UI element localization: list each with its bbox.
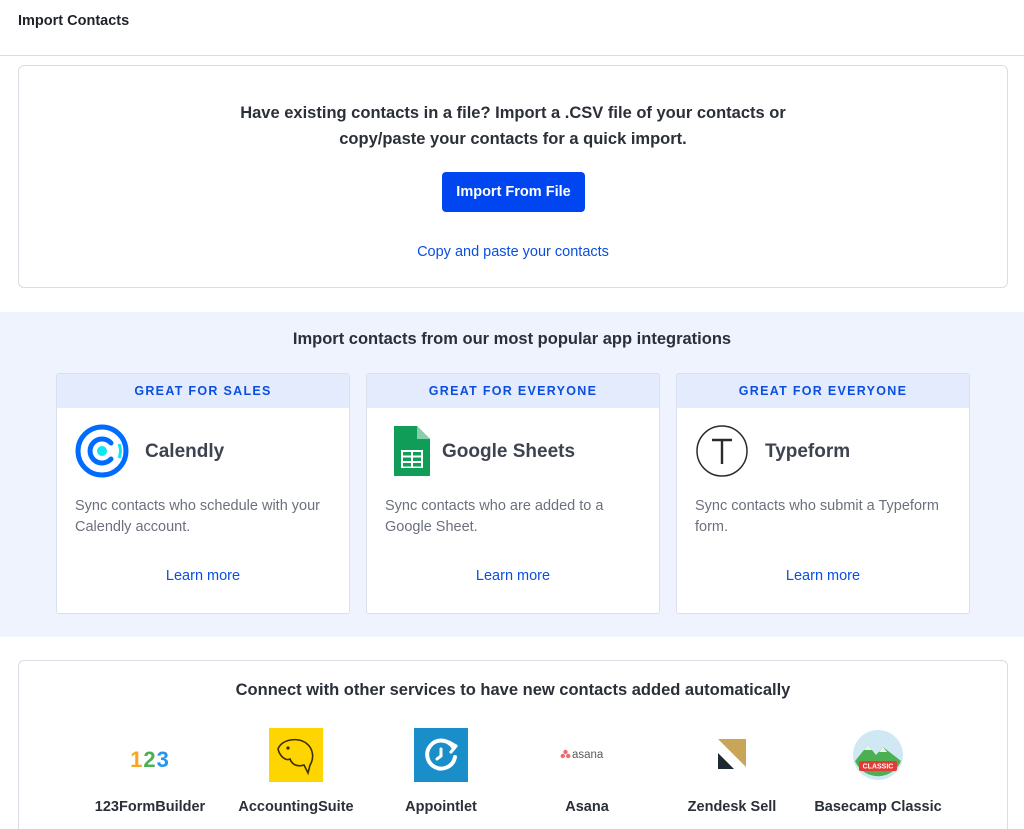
service-name: Asana [565, 799, 609, 815]
integration-card-google-sheets: GREAT FOR EVERYONE Google Sheets Sync co… [366, 373, 660, 614]
copy-paste-contacts-link: Copy and paste your contacts [19, 244, 1007, 260]
service-name: Basecamp Classic [814, 799, 942, 815]
other-services-title: Connect with other services to have new … [235, 681, 791, 699]
popular-integrations-section: Import contacts from our most popular ap… [0, 312, 1024, 637]
asana-logo-icon: asana [559, 727, 615, 783]
google-sheets-logo-icon [385, 424, 439, 478]
integration-card-calendly: GREAT FOR SALES Calendly Sync contacts w… [56, 373, 350, 614]
integration-description: Sync contacts who schedule with your Cal… [75, 498, 321, 535]
file-import-headline: Have existing contacts in a file? Import… [19, 100, 1007, 152]
learn-more-link-typeform: Learn more [677, 568, 969, 584]
top-bar: Import Contacts [0, 0, 1024, 56]
asana-wordmark: asana [572, 749, 604, 761]
appointlet-logo-icon [413, 727, 469, 783]
service-123formbuilder[interactable]: 123 123FormBuilder [77, 727, 223, 827]
calendly-logo-icon [75, 424, 129, 478]
service-name: AccountingSuite [238, 799, 354, 815]
accountingsuite-logo-icon [268, 727, 324, 783]
integration-name: Typeform [765, 441, 851, 462]
basecamp-classic-logo-icon: CLASSIC [850, 727, 906, 783]
service-zendesk-sell[interactable]: Zendesk Sell [659, 727, 805, 827]
integration-name: Google Sheets [442, 441, 576, 462]
learn-more-text[interactable]: Learn more [166, 568, 240, 584]
learn-more-link-google-sheets: Learn more [367, 568, 659, 584]
card-banner: GREAT FOR EVERYONE [677, 374, 969, 408]
service-basecamp-classic[interactable]: CLASSIC Basecamp Classic [805, 727, 951, 827]
headline-line-1: Have existing contacts in a file? Import… [240, 104, 786, 122]
service-accountingsuite[interactable]: AccountingSuite [223, 727, 369, 827]
card-banner: GREAT FOR SALES [57, 374, 349, 408]
classic-badge: CLASSIC [863, 764, 894, 771]
copy-paste-link-text[interactable]: Copy and paste your contacts [417, 244, 609, 260]
integration-name: Calendly [145, 441, 225, 462]
service-appointlet[interactable]: Appointlet [368, 727, 514, 827]
popular-integrations-title: Import contacts from our most popular ap… [292, 330, 732, 348]
service-name: 123FormBuilder [94, 799, 206, 815]
headline-line-2: copy/paste your contacts for a quick imp… [339, 130, 687, 148]
integration-description: Sync contacts who are added to a Google … [385, 498, 604, 535]
integration-card-typeform: GREAT FOR EVERYONE Typeform Sync contact… [676, 373, 970, 614]
learn-more-text[interactable]: Learn more [476, 568, 550, 584]
service-asana[interactable]: asana Asana [514, 727, 660, 827]
zendesk-sell-logo-icon [704, 727, 760, 783]
123formbuilder-logo-icon: 123 [122, 727, 178, 783]
learn-more-link-calendly: Learn more [57, 568, 349, 584]
typeform-logo-icon [695, 424, 749, 478]
import-from-file-button[interactable]: Import From File [442, 172, 585, 212]
file-import-card: Have existing contacts in a file? Import… [18, 65, 1008, 288]
card-banner: GREAT FOR EVERYONE [367, 374, 659, 408]
service-name: Zendesk Sell [687, 799, 777, 815]
learn-more-text[interactable]: Learn more [786, 568, 860, 584]
service-name: Appointlet [405, 799, 477, 815]
other-services-section: Connect with other services to have new … [18, 660, 1008, 829]
page-title: Import Contacts [18, 13, 130, 29]
integration-description: Sync contacts who submit a Typeform form… [695, 498, 939, 535]
svg-text:123: 123 [130, 747, 170, 772]
